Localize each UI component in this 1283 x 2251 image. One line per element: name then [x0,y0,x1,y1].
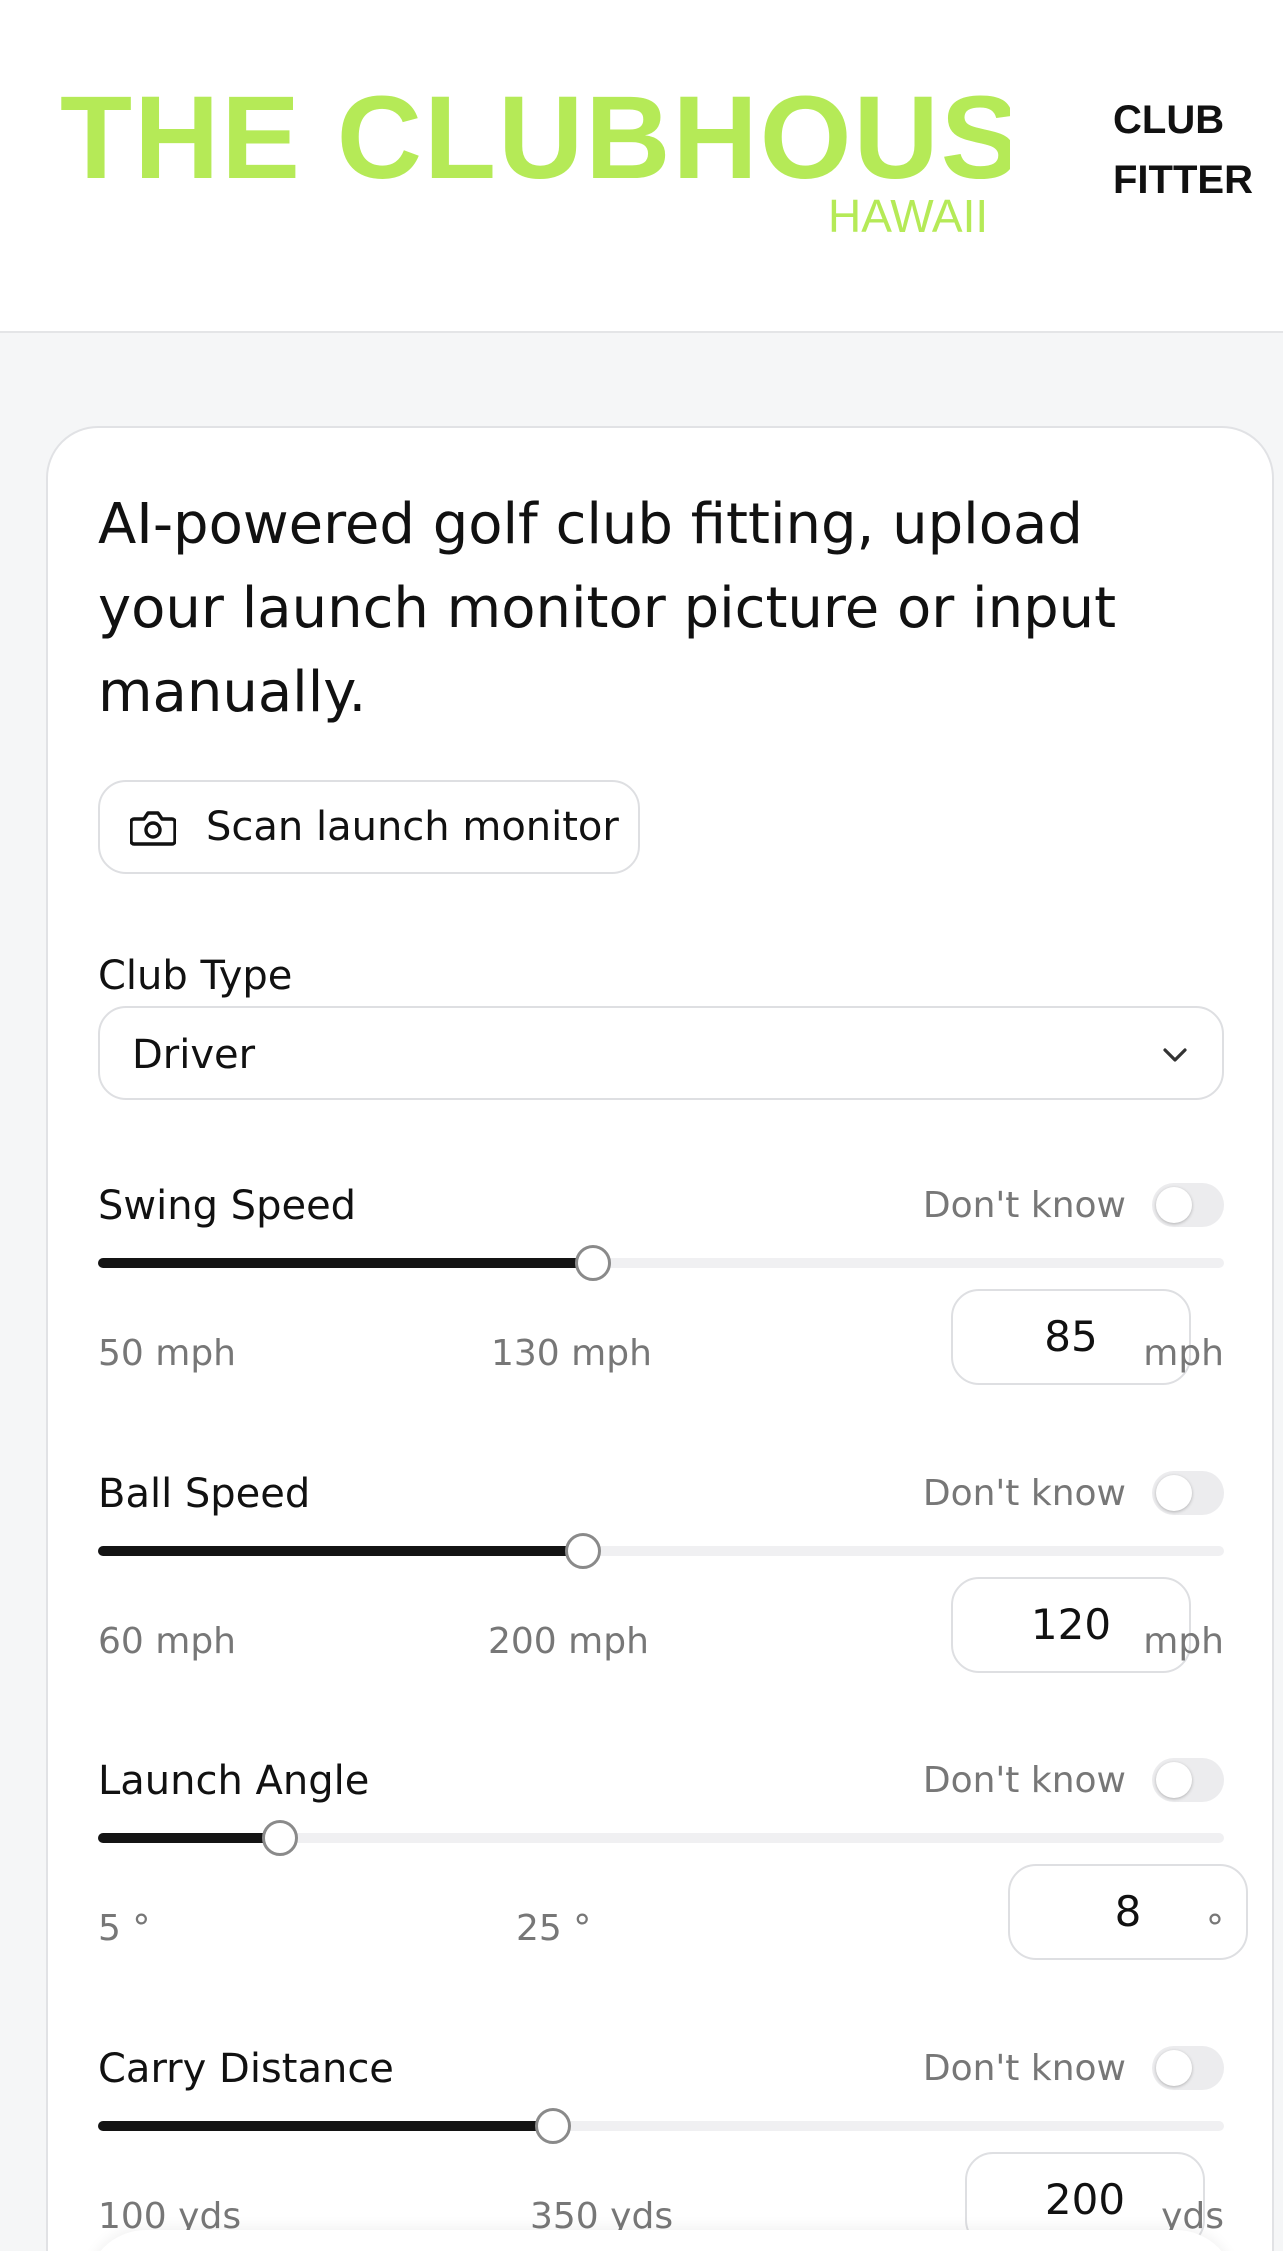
swing-speed-min-label: 50 mph [98,1333,236,1374]
app-header: THE CLUBHOUSE HAWAII CLUB FITTER [0,0,1283,333]
logo-text: THE CLUBHOUSE [60,72,1010,204]
ball-speed-slider[interactable] [98,1533,1224,1569]
swing-speed-max-label: 130 mph [491,1333,652,1374]
launch-angle-slider[interactable] [98,1820,1224,1856]
launch-angle-label: Launch Angle [98,1758,370,1804]
swing-speed-unit: mph [1143,1333,1224,1374]
camera-icon [130,811,176,846]
ball-speed-dont-know-toggle[interactable] [1152,1471,1224,1515]
launch-angle-min-label: 5 ° [98,1908,151,1949]
swing-speed-slider-fill [98,1258,593,1268]
nav-line-1: CLUB [1113,98,1225,142]
toggle-knob [1156,2050,1192,2086]
toggle-knob [1156,1762,1192,1798]
launch-angle-control: Launch Angle Don't know 5 ° 25 ° 8 ° [98,1758,1248,2018]
toggle-knob [1156,1475,1192,1511]
ball-speed-dont-know-label: Don't know [922,1473,1126,1514]
launch-angle-unit: ° [1206,1908,1224,1949]
launch-angle-slider-fill [98,1833,280,1843]
scan-launch-monitor-button[interactable]: Scan launch monitor [98,780,640,874]
page-headline: AI-powered golf club fitting, upload you… [98,492,1117,725]
ball-speed-unit: mph [1143,1621,1224,1662]
ball-speed-label: Ball Speed [98,1471,311,1517]
ball-speed-max-label: 200 mph [488,1621,649,1662]
clubhouse-hawaii-logo[interactable]: THE CLUBHOUSE HAWAII [60,70,1010,250]
launch-angle-slider-thumb[interactable] [262,1820,298,1856]
ball-speed-slider-fill [98,1546,583,1556]
swing-speed-slider[interactable] [98,1245,1224,1281]
nav-line-2: FITTER [1113,158,1253,202]
swing-speed-dont-know-label: Don't know [922,1185,1126,1226]
bottom-sheet-edge [86,2230,1236,2251]
scan-button-label: Scan launch monitor [206,804,619,850]
carry-distance-dont-know-label: Don't know [922,2048,1126,2089]
swing-speed-dont-know-toggle[interactable] [1152,1183,1224,1227]
swing-speed-slider-thumb[interactable] [575,1245,611,1281]
fitting-card: AI-powered golf club fitting, upload you… [46,426,1274,2251]
carry-distance-label: Carry Distance [98,2046,394,2092]
launch-angle-dont-know-toggle[interactable] [1152,1758,1224,1802]
toggle-knob [1156,1187,1192,1223]
carry-distance-dont-know-toggle[interactable] [1152,2046,1224,2090]
swing-speed-label: Swing Speed [98,1183,357,1229]
club-type-select[interactable]: Driver [98,1006,1224,1100]
club-type-value: Driver [132,1032,256,1078]
club-type-label: Club Type [98,953,293,999]
chevron-down-icon [1163,1048,1187,1062]
carry-distance-slider[interactable] [98,2108,1224,2144]
swing-speed-control: Swing Speed Don't know 50 mph 130 mph 85… [98,1183,1224,1443]
carry-distance-control: Carry Distance Don't know 100 yds 350 yd… [98,2046,1224,2251]
launch-angle-max-label: 25 ° [516,1908,592,1949]
ball-speed-control: Ball Speed Don't know 60 mph 200 mph 120… [98,1471,1224,1731]
carry-distance-slider-thumb[interactable] [535,2108,571,2144]
launch-angle-dont-know-label: Don't know [922,1760,1126,1801]
club-fitter-nav-link[interactable]: CLUB FITTER [1113,90,1253,210]
carry-distance-slider-fill [98,2121,553,2131]
ball-speed-slider-thumb[interactable] [565,1533,601,1569]
logo-subtext: HAWAII [828,190,988,242]
ball-speed-min-label: 60 mph [98,1621,236,1662]
